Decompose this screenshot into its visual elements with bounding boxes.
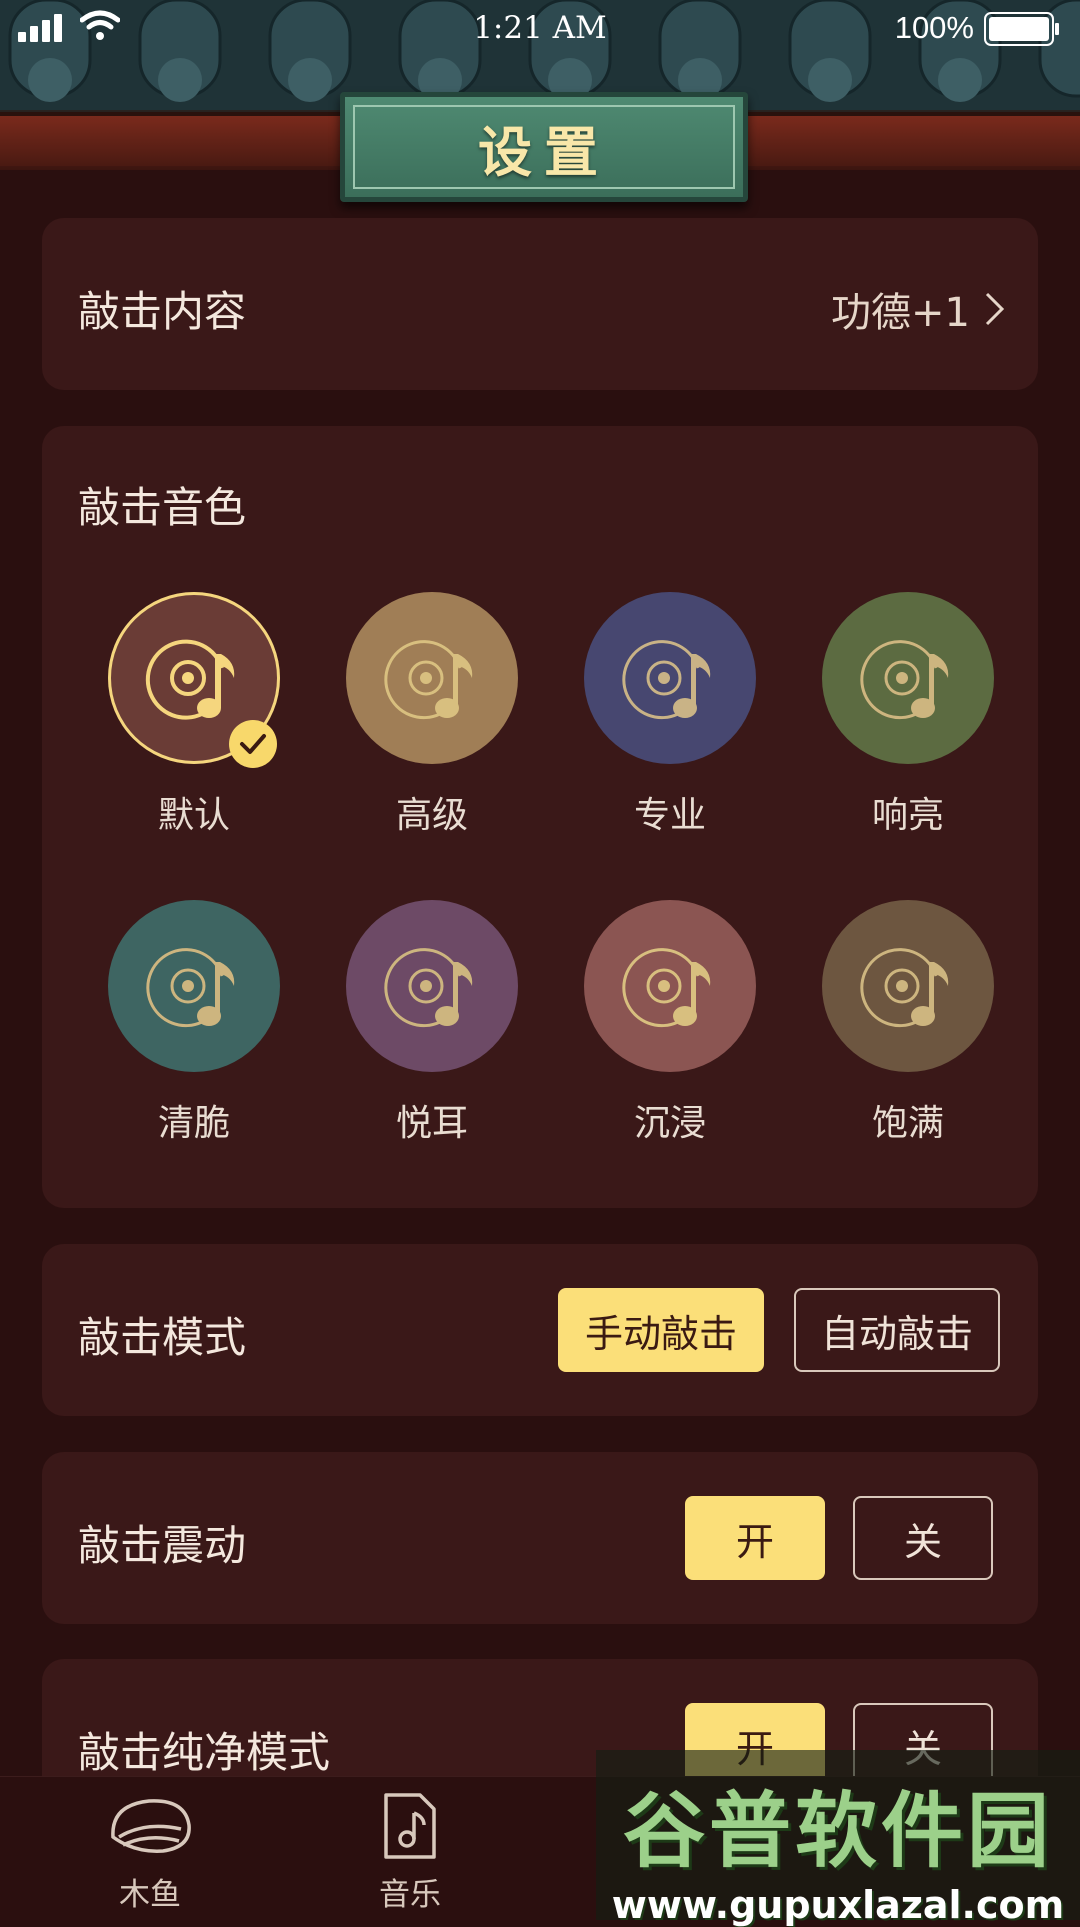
sound-disc[interactable] — [346, 592, 518, 764]
sound-disc[interactable] — [822, 592, 994, 764]
selected-check-badge — [229, 720, 277, 768]
sound-option-label: 沉浸 — [633, 1103, 706, 1144]
battery-icon — [984, 12, 1059, 46]
tap-sound-label: 敲击音色 — [78, 483, 247, 532]
sound-option-label: 饱满 — [871, 1103, 944, 1144]
title-plaque: 设置 — [340, 92, 748, 202]
music-file-icon — [384, 1793, 436, 1859]
checkmark-icon — [240, 734, 266, 754]
sound-disc[interactable] — [108, 900, 280, 1072]
tap-mode-label: 敲击模式 — [78, 1313, 247, 1362]
music-disc-icon — [384, 948, 473, 1028]
watermark-url: www.gupuxlazal.com — [611, 1883, 1065, 1927]
tap-content-value-text: 功德+1 — [831, 290, 970, 336]
tap-vibration-label: 敲击震动 — [78, 1521, 247, 1570]
music-disc-icon — [860, 948, 949, 1028]
vibration-off-button[interactable]: 关 — [853, 1496, 993, 1580]
setting-tap-vibration: 敲击震动 开 关 — [42, 1452, 1038, 1624]
sound-option-loud[interactable]: 响亮 — [789, 592, 1027, 842]
setting-tap-sound: 敲击音色 默认 高级 专业 响亮 清脆 悦耳 沉浸 饱满 — [42, 426, 1038, 1208]
sound-option-label: 默认 — [157, 795, 230, 836]
music-disc-icon — [622, 640, 711, 720]
sound-option-label: 响亮 — [871, 795, 944, 836]
chevron-right-icon — [985, 292, 1005, 326]
sound-option-immersive[interactable]: 沉浸 — [551, 900, 789, 1150]
music-disc-icon — [384, 640, 473, 720]
setting-tap-content[interactable]: 敲击内容 功德+1 — [42, 218, 1038, 390]
tap-content-value[interactable]: 功德+1 — [831, 280, 1006, 338]
tap-content-label: 敲击内容 — [78, 287, 247, 336]
sound-disc[interactable] — [108, 592, 280, 768]
status-bar: 1:21 AM 100% — [0, 0, 1080, 56]
tab-music[interactable]: 音乐 — [320, 1791, 500, 1913]
sound-option-label: 清脆 — [157, 1103, 230, 1144]
manual-tap-button[interactable]: 手动敲击 — [558, 1288, 764, 1372]
music-disc-icon — [622, 948, 711, 1028]
tab-music-label: 音乐 — [379, 1877, 441, 1913]
sound-option-professional[interactable]: 专业 — [551, 592, 789, 842]
sound-option-advanced[interactable]: 高级 — [313, 592, 551, 842]
tab-wooden-fish-label: 木鱼 — [119, 1877, 181, 1913]
sound-option-label: 高级 — [395, 795, 468, 836]
sound-option-label: 专业 — [633, 795, 706, 836]
pure-mode-label: 敲击纯净模式 — [78, 1728, 331, 1777]
music-disc-icon — [146, 948, 235, 1028]
tab-wooden-fish[interactable]: 木鱼 — [60, 1791, 240, 1913]
watermark-overlay: 谷普软件园 www.gupuxlazal.com — [596, 1750, 1080, 1927]
auto-tap-button[interactable]: 自动敲击 — [794, 1288, 1000, 1372]
sound-option-crisp[interactable]: 清脆 — [75, 900, 313, 1150]
sound-disc[interactable] — [346, 900, 518, 1072]
music-disc-icon — [145, 639, 235, 720]
setting-tap-mode: 敲击模式 手动敲击 自动敲击 — [42, 1244, 1038, 1416]
sound-option-pleasant[interactable]: 悦耳 — [313, 900, 551, 1150]
watermark-title: 谷普软件园 — [622, 1784, 1053, 1879]
music-disc-icon — [860, 640, 949, 720]
page-title: 设置 — [478, 119, 610, 184]
sound-disc[interactable] — [584, 900, 756, 1072]
sound-disc[interactable] — [584, 592, 756, 764]
sound-disc[interactable] — [822, 900, 994, 1072]
battery-percentage: 100% — [894, 10, 974, 45]
sound-option-default[interactable]: 默认 — [75, 592, 313, 842]
wooden-fish-icon — [111, 1799, 191, 1853]
sound-option-full[interactable]: 饱满 — [789, 900, 1027, 1150]
vibration-on-button[interactable]: 开 — [685, 1496, 825, 1580]
sound-option-label: 悦耳 — [395, 1103, 468, 1144]
